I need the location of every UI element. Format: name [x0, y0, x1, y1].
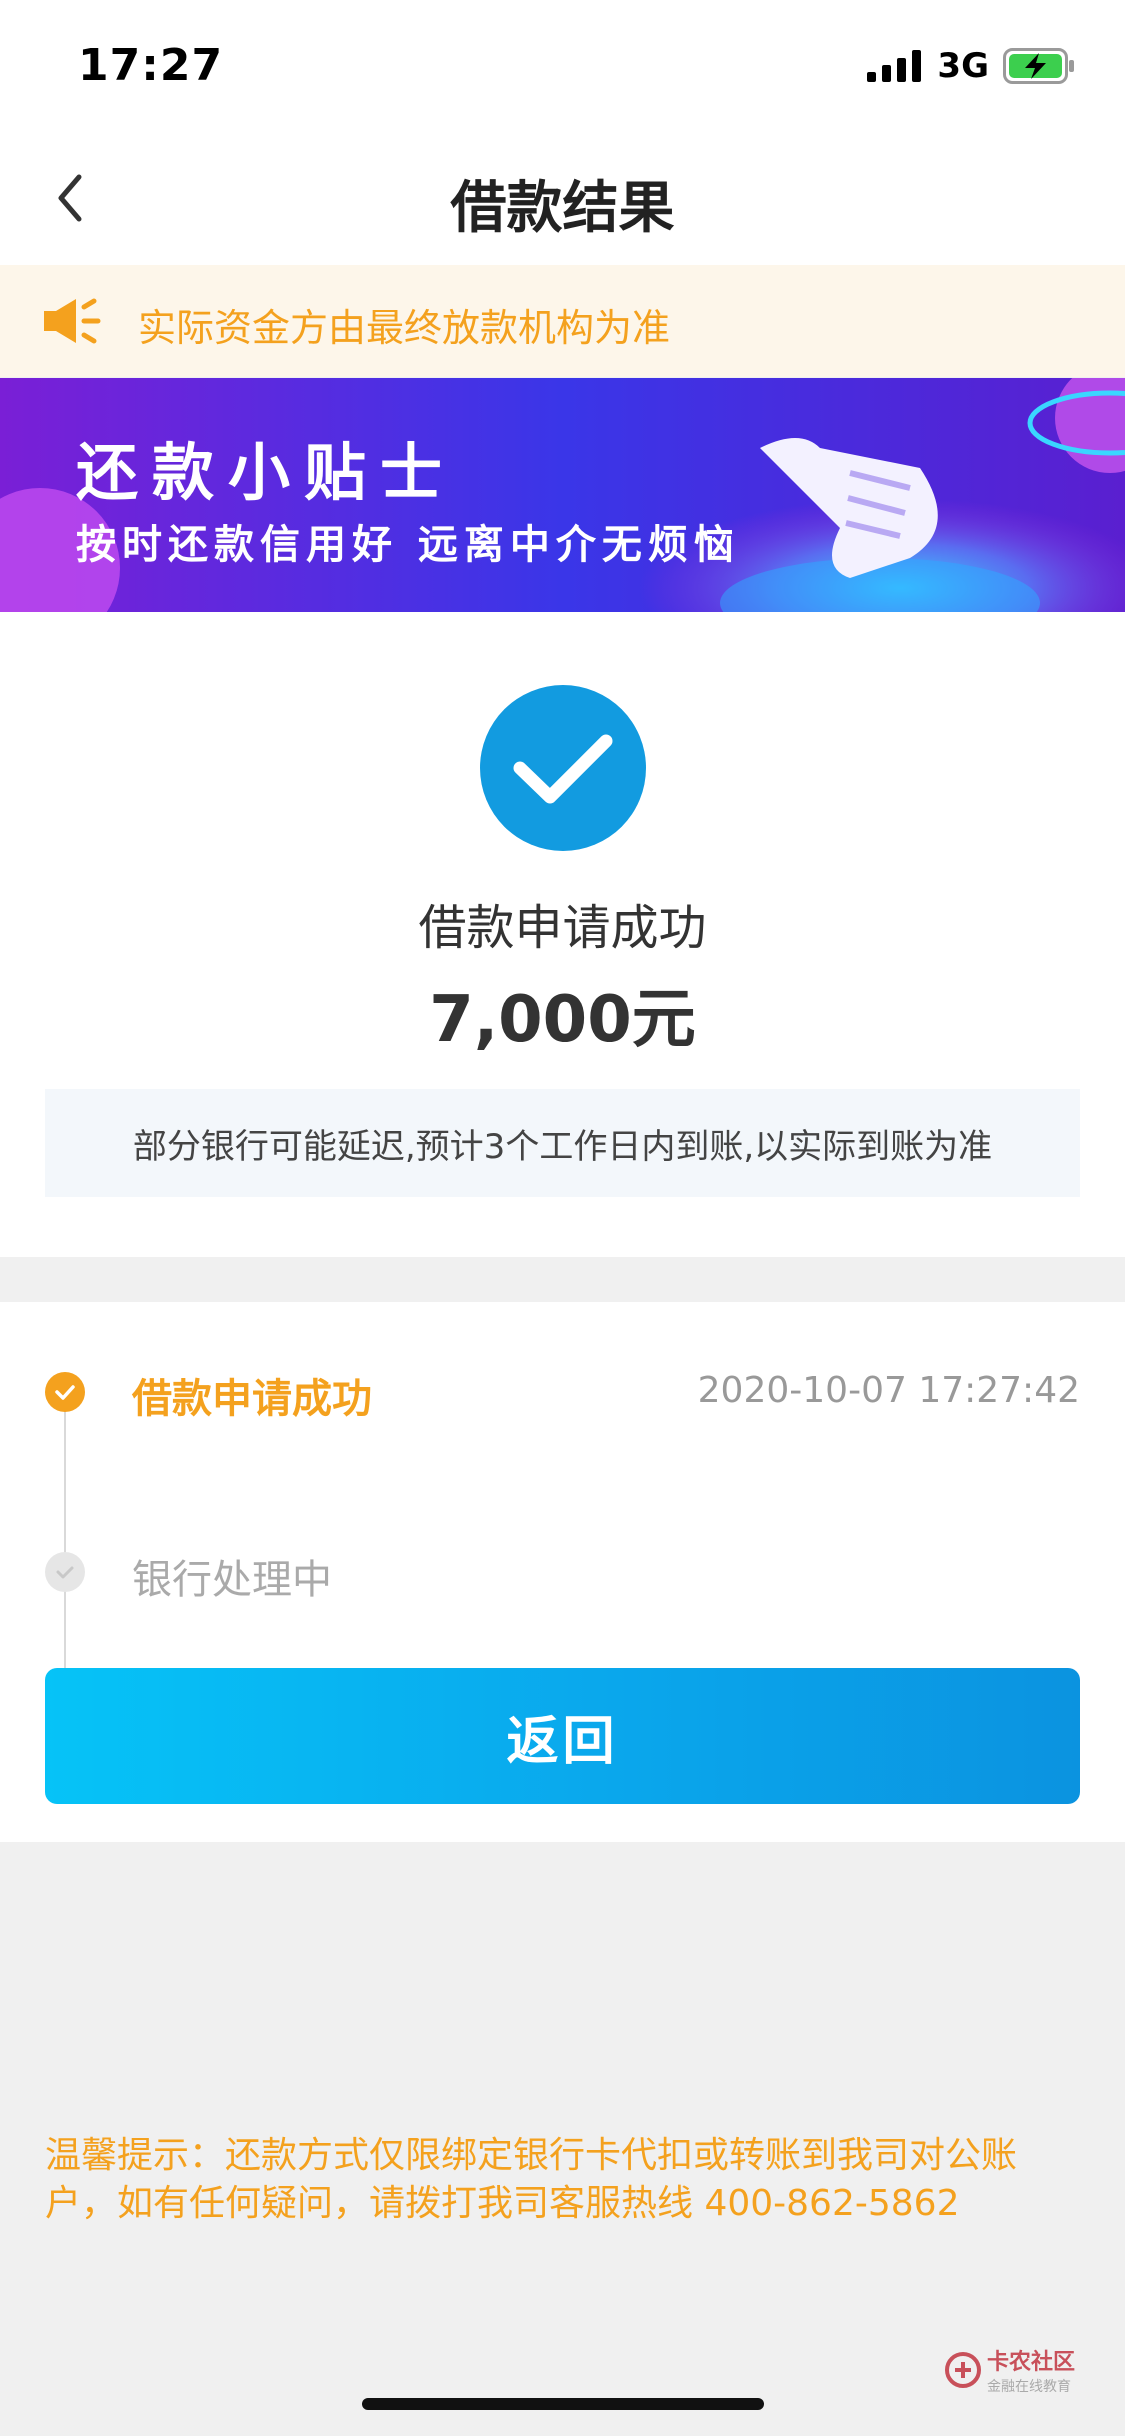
battery-charging-icon	[1003, 48, 1074, 84]
warm-tip: 温馨提示：还款方式仅限绑定银行卡代扣或转账到我司对公账户，如有任何疑问，请拨打我…	[45, 2135, 1018, 2224]
banner-subtitle: 按时还款信用好 远离中介无烦恼	[76, 522, 740, 568]
back-button[interactable]	[40, 163, 100, 233]
step-label: 银行处理中	[132, 1557, 332, 1603]
chevron-left-icon	[58, 174, 82, 222]
timeline-line	[64, 1390, 66, 1670]
status-time: 17:27	[78, 40, 224, 91]
return-button[interactable]: 返回	[45, 1668, 1080, 1804]
status-bar: 17:27 3G	[0, 0, 1125, 135]
watermark-title: 卡农社区	[987, 2350, 1076, 2375]
speaker-icon	[44, 298, 101, 344]
watermark-subtitle: 金融在线教育	[987, 2379, 1071, 2395]
step-done-icon	[45, 1372, 85, 1412]
signal-icon	[867, 50, 922, 82]
loan-amount: 7,000元	[429, 983, 696, 1057]
promo-banner[interactable]: 还款小贴士 按时还款信用好 远离中介无烦恼	[0, 378, 1125, 612]
step-time: 2020-10-07 17:27:42	[697, 1370, 1080, 1411]
progress-section: 借款申请成功 2020-10-07 17:27:42 银行处理中 返回	[0, 1302, 1125, 1842]
result-title: 借款申请成功	[418, 900, 707, 956]
watermark-logo-icon	[945, 2352, 981, 2388]
notice-text: 实际资金方由最终放款机构为准	[138, 306, 671, 350]
result-card: 借款申请成功 7,000元 部分银行可能延迟,预计3个工作日内到账,以实际到账为…	[0, 612, 1125, 1257]
check-circle-icon	[480, 685, 646, 851]
arrival-note: 部分银行可能延迟,预计3个工作日内到账,以实际到账为准	[45, 1089, 1080, 1197]
nav-bar: 借款结果	[0, 135, 1125, 265]
page-title: 借款结果	[450, 176, 675, 241]
home-indicator[interactable]	[362, 2398, 764, 2410]
step-label: 借款申请成功	[132, 1376, 372, 1422]
step-pending-icon	[45, 1552, 85, 1592]
notice-bar: 实际资金方由最终放款机构为准	[0, 265, 1125, 377]
status-indicators: 3G	[867, 46, 1077, 86]
network-type: 3G	[937, 46, 989, 86]
banner-title: 还款小贴士	[76, 436, 457, 509]
watermark: 卡农社区 金融在线教育	[945, 2344, 1075, 2396]
